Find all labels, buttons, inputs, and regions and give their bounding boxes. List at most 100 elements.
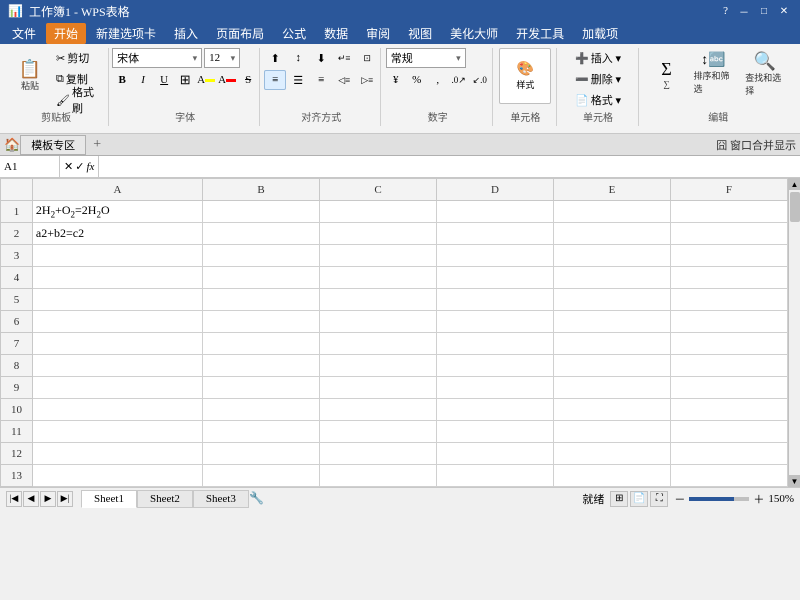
cell-e4[interactable] xyxy=(554,267,671,289)
menu-devtools[interactable]: 开发工具 xyxy=(508,23,572,44)
cell-b12[interactable] xyxy=(203,443,320,465)
number-format-dropdown[interactable]: 常规 ▾ xyxy=(386,48,466,68)
cell-a7[interactable] xyxy=(32,333,202,355)
cell-c12[interactable] xyxy=(320,443,437,465)
comma-button[interactable]: , xyxy=(428,70,448,90)
cell-a6[interactable] xyxy=(32,311,202,333)
fill-color-button[interactable]: A xyxy=(196,70,216,90)
cell-c10[interactable] xyxy=(320,399,437,421)
cell-c5[interactable] xyxy=(320,289,437,311)
normal-view-button[interactable]: ⊞ xyxy=(610,491,628,507)
cell-f11[interactable] xyxy=(670,421,787,443)
format-cell-button[interactable]: 📄格式 ▾ xyxy=(571,90,625,110)
align-right-button[interactable]: ≡ xyxy=(310,70,332,90)
maximize-button[interactable]: □ xyxy=(756,3,772,19)
cell-b5[interactable] xyxy=(203,289,320,311)
menu-view[interactable]: 视图 xyxy=(400,23,440,44)
cell-f12[interactable] xyxy=(670,443,787,465)
nav-prev-button[interactable]: ◀ xyxy=(23,491,39,507)
cell-c6[interactable] xyxy=(320,311,437,333)
cell-b11[interactable] xyxy=(203,421,320,443)
cell-b13[interactable] xyxy=(203,465,320,487)
cell-f6[interactable] xyxy=(670,311,787,333)
align-left-button[interactable]: ≡ xyxy=(264,70,286,90)
cell-a9[interactable] xyxy=(32,377,202,399)
name-box[interactable]: A1 xyxy=(0,156,60,177)
sortfilter-button[interactable]: ↕🔤 排序和筛选 xyxy=(689,48,739,100)
sheet-tab-sheet1[interactable]: Sheet1 xyxy=(81,490,137,508)
formula-cancel-icon[interactable]: ✕ xyxy=(64,160,73,173)
sheet-tab-sheet3[interactable]: Sheet3 xyxy=(193,490,249,508)
col-header-a[interactable]: A xyxy=(32,179,202,201)
cell-b2[interactable] xyxy=(203,223,320,245)
cell-c13[interactable] xyxy=(320,465,437,487)
decimal-decrease-button[interactable]: ↙.0 xyxy=(470,70,490,90)
cell-c11[interactable] xyxy=(320,421,437,443)
cell-b1[interactable] xyxy=(203,201,320,223)
cut-button[interactable]: ✂剪切 xyxy=(52,48,102,68)
font-size-dropdown[interactable]: 12 ▾ xyxy=(204,48,240,68)
cell-d2[interactable] xyxy=(437,223,554,245)
add-sheet-button[interactable]: 🔧 xyxy=(249,491,265,507)
font-color-button[interactable]: A xyxy=(217,70,237,90)
insert-cell-button[interactable]: ➕插入 ▾ xyxy=(571,48,625,68)
window-merge-button[interactable]: 囧 窗口合并显示 xyxy=(716,137,796,153)
close-button[interactable]: ✕ xyxy=(776,3,792,19)
cell-b6[interactable] xyxy=(203,311,320,333)
cell-c9[interactable] xyxy=(320,377,437,399)
menu-beautify[interactable]: 美化大师 xyxy=(442,23,506,44)
sheet-tab-sheet2[interactable]: Sheet2 xyxy=(137,490,193,508)
cell-a13[interactable] xyxy=(32,465,202,487)
scroll-up-button[interactable]: ▲ xyxy=(789,178,800,190)
align-middle-button[interactable]: ↕ xyxy=(287,48,309,68)
menu-pagelayout[interactable]: 页面布局 xyxy=(208,23,272,44)
formula-confirm-icon[interactable]: ✓ xyxy=(75,160,84,173)
cell-d4[interactable] xyxy=(437,267,554,289)
minimize-button[interactable]: － xyxy=(736,3,752,19)
cell-f13[interactable] xyxy=(670,465,787,487)
cell-e5[interactable] xyxy=(554,289,671,311)
findselect-button[interactable]: 🔍 查找和选择 xyxy=(740,48,790,100)
cell-a10[interactable] xyxy=(32,399,202,421)
cell-e11[interactable] xyxy=(554,421,671,443)
col-header-f[interactable]: F xyxy=(670,179,787,201)
cell-e7[interactable] xyxy=(554,333,671,355)
page-view-button[interactable]: 📄 xyxy=(630,491,648,507)
cell-c2[interactable] xyxy=(320,223,437,245)
cell-f3[interactable] xyxy=(670,245,787,267)
cell-d11[interactable] xyxy=(437,421,554,443)
indent-increase-button[interactable]: ▷≡ xyxy=(356,70,378,90)
add-tab-button[interactable]: + xyxy=(87,135,107,155)
cell-a3[interactable] xyxy=(32,245,202,267)
cell-d9[interactable] xyxy=(437,377,554,399)
format-painter-button[interactable]: 🖌格式刷 xyxy=(52,90,102,110)
template-tab[interactable]: 模板专区 xyxy=(20,135,86,155)
cell-d10[interactable] xyxy=(437,399,554,421)
align-bottom-button[interactable]: ⬇ xyxy=(310,48,332,68)
sum-button[interactable]: Σ ∑ xyxy=(647,48,687,100)
cell-f1[interactable] xyxy=(670,201,787,223)
cell-d8[interactable] xyxy=(437,355,554,377)
italic-button[interactable]: I xyxy=(133,70,153,90)
col-header-e[interactable]: E xyxy=(554,179,671,201)
menu-review[interactable]: 审阅 xyxy=(358,23,398,44)
cell-f2[interactable] xyxy=(670,223,787,245)
cell-c8[interactable] xyxy=(320,355,437,377)
cell-f8[interactable] xyxy=(670,355,787,377)
cell-e10[interactable] xyxy=(554,399,671,421)
styles-button[interactable]: 🎨 样式 xyxy=(499,48,551,104)
cell-a12[interactable] xyxy=(32,443,202,465)
menu-insert[interactable]: 插入 xyxy=(166,23,206,44)
cell-e6[interactable] xyxy=(554,311,671,333)
cell-b4[interactable] xyxy=(203,267,320,289)
cell-b10[interactable] xyxy=(203,399,320,421)
cell-a4[interactable] xyxy=(32,267,202,289)
cell-d5[interactable] xyxy=(437,289,554,311)
vertical-scrollbar[interactable]: ▲ ▼ xyxy=(788,178,800,487)
cell-d3[interactable] xyxy=(437,245,554,267)
paste-button[interactable]: 📋 粘贴 xyxy=(10,48,50,104)
indent-decrease-button[interactable]: ◁≡ xyxy=(333,70,355,90)
cell-a11[interactable] xyxy=(32,421,202,443)
cell-c3[interactable] xyxy=(320,245,437,267)
cell-f7[interactable] xyxy=(670,333,787,355)
